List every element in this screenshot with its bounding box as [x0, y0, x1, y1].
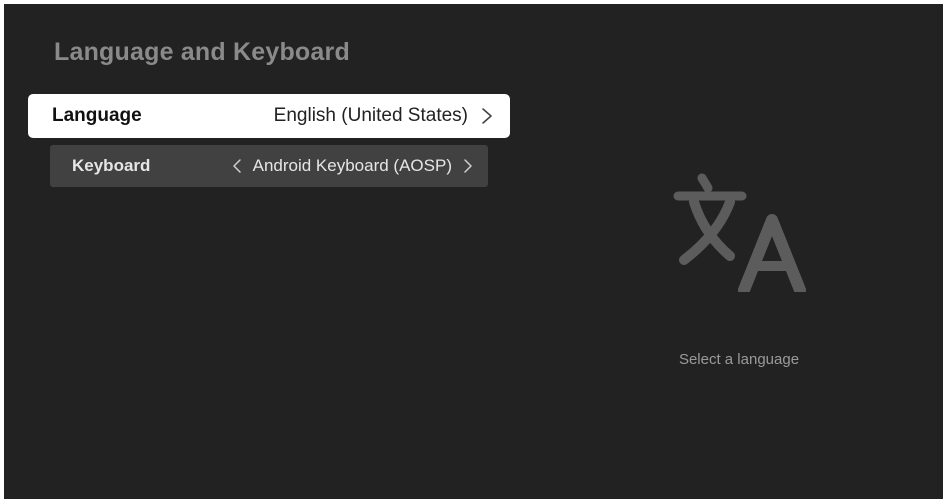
keyboard-label: Keyboard: [72, 156, 151, 175]
chevron-right-icon[interactable]: [462, 157, 474, 175]
translate-icon: [672, 172, 812, 296]
language-setting-row[interactable]: Language English (United States): [28, 94, 510, 138]
chevron-right-icon: [480, 106, 494, 126]
keyboard-value: Android Keyboard (AOSP): [252, 156, 452, 175]
page-title: Language and Keyboard: [54, 38, 350, 66]
chevron-left-icon[interactable]: [231, 157, 243, 175]
language-label: Language: [52, 105, 142, 126]
select-language-hint: Select a language: [678, 351, 800, 368]
language-value: English (United States): [273, 105, 468, 126]
keyboard-setting-row[interactable]: Keyboard Android Keyboard (AOSP): [50, 145, 488, 187]
settings-screen: Language and Keyboard Language English (…: [4, 4, 943, 499]
